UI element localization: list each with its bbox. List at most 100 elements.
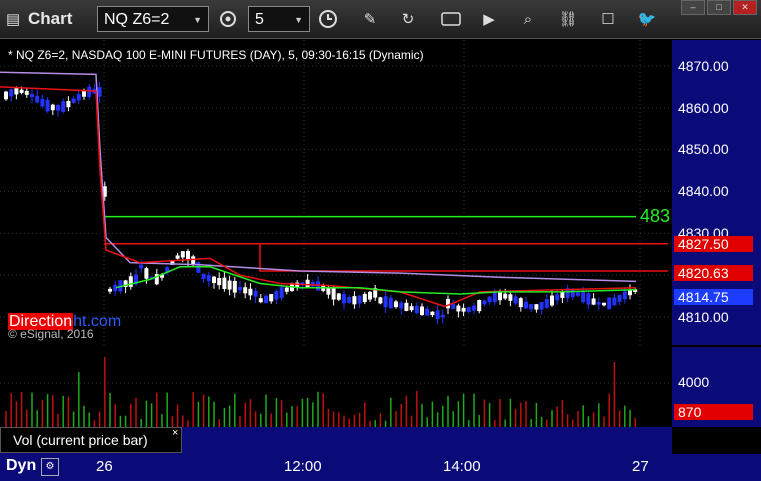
chat-icon[interactable]: ☐ bbox=[598, 9, 618, 29]
candle-body bbox=[264, 295, 268, 304]
volume-tag: 870 bbox=[674, 404, 753, 420]
refresh-icon[interactable]: ↻ bbox=[398, 9, 418, 29]
magnifier-icon[interactable]: ⌕ bbox=[518, 9, 538, 29]
candle-body bbox=[232, 281, 237, 293]
volume-chart[interactable] bbox=[0, 347, 672, 427]
candle-body bbox=[24, 90, 29, 95]
volume-tick: 4000 bbox=[678, 374, 710, 390]
time-tick: 14:00 bbox=[443, 458, 481, 475]
time-tick: 12:00 bbox=[284, 458, 322, 475]
candle-body bbox=[446, 298, 450, 309]
link-icon[interactable]: ⛓ bbox=[558, 9, 578, 29]
close-icon[interactable]: ✕ bbox=[733, 0, 757, 15]
quote-icon[interactable] bbox=[440, 9, 462, 29]
candle-body bbox=[40, 98, 45, 107]
settings-icon[interactable]: ⚙ bbox=[41, 458, 59, 476]
candle-body bbox=[76, 93, 81, 101]
candle-body bbox=[108, 288, 112, 292]
candle-body bbox=[238, 286, 242, 291]
candle-body bbox=[71, 98, 76, 104]
candle-body bbox=[128, 276, 133, 287]
candle-body bbox=[19, 89, 24, 93]
candle-body bbox=[326, 287, 331, 295]
minimize-icon[interactable]: – bbox=[681, 0, 705, 15]
candle-body bbox=[394, 301, 398, 308]
candle-body bbox=[144, 268, 149, 279]
price-chart[interactable] bbox=[0, 40, 672, 345]
candle-body bbox=[430, 311, 435, 316]
candle-body bbox=[378, 297, 383, 304]
price-tick: 4840.00 bbox=[678, 183, 729, 199]
study-bar: Vol (current price bar) × bbox=[0, 427, 672, 454]
candle-body bbox=[498, 291, 502, 301]
candle-body bbox=[576, 292, 580, 296]
symbol-value: NQ Z6=2 bbox=[104, 11, 170, 28]
candle-body bbox=[534, 304, 539, 310]
candle-body bbox=[414, 305, 419, 314]
candle-body bbox=[186, 250, 190, 261]
level-label: 483 bbox=[640, 206, 671, 226]
price-tag-red: 4820.63 bbox=[674, 265, 753, 281]
candle-body bbox=[440, 314, 445, 318]
candle-body bbox=[284, 287, 289, 292]
candle-body bbox=[466, 307, 471, 312]
candle-body bbox=[596, 302, 601, 305]
candle-body bbox=[191, 256, 196, 265]
price-tick: 4850.00 bbox=[678, 141, 729, 157]
dynamic-label[interactable]: Dyn bbox=[6, 457, 36, 475]
interval-settings-icon[interactable] bbox=[216, 9, 240, 29]
candle-body bbox=[342, 294, 346, 304]
candle-body bbox=[581, 290, 586, 303]
symbol-input[interactable]: NQ Z6=2 ▼ bbox=[97, 6, 209, 32]
toolbar: ▤ Chart NQ Z6=2 ▼ 5 ▼ ✎ ↻ ▶ ⌕ ⛓ ☐ 🐦 – □ … bbox=[0, 0, 761, 39]
candle-body bbox=[30, 94, 34, 98]
candle-body bbox=[586, 293, 591, 305]
candle-body bbox=[175, 255, 180, 259]
maximize-icon[interactable]: □ bbox=[707, 0, 731, 15]
price-chart-canvas bbox=[0, 40, 672, 345]
price-tick: 4810.00 bbox=[678, 309, 729, 325]
candle-body bbox=[305, 279, 310, 288]
candle-body bbox=[4, 91, 8, 100]
price-tick: 4860.00 bbox=[678, 100, 729, 116]
candle-body bbox=[524, 301, 528, 309]
candle-body bbox=[316, 281, 320, 291]
candle-body bbox=[617, 295, 622, 302]
candle-body bbox=[227, 280, 232, 290]
candle-body bbox=[544, 299, 549, 308]
candle-body bbox=[529, 304, 534, 310]
candle-body bbox=[612, 297, 617, 306]
time-axis[interactable]: Dyn ⚙ 26 12:00 14:00 27 bbox=[0, 454, 761, 481]
chart-info: * NQ Z6=2, NASDAQ 100 E-MINI FUTURES (DA… bbox=[8, 48, 424, 62]
candle-body bbox=[602, 302, 606, 306]
clock-icon[interactable] bbox=[316, 9, 340, 29]
interval-input[interactable]: 5 ▼ bbox=[248, 6, 310, 32]
candle-body bbox=[409, 306, 414, 311]
candle-body bbox=[243, 287, 248, 294]
price-tag-red: 4827.50 bbox=[674, 236, 753, 252]
candle-body bbox=[435, 310, 440, 320]
app-title: Chart bbox=[28, 9, 73, 28]
candle-body bbox=[550, 295, 554, 306]
candle-body bbox=[253, 290, 258, 297]
study-label[interactable]: Vol (current price bar) bbox=[0, 427, 182, 453]
time-tick: 27 bbox=[632, 458, 649, 475]
close-icon[interactable]: × bbox=[172, 427, 178, 439]
chevron-down-icon[interactable]: ▼ bbox=[193, 7, 202, 33]
candle-body bbox=[66, 100, 71, 108]
candle-body bbox=[258, 298, 263, 303]
candle-body bbox=[383, 296, 388, 308]
play-icon[interactable]: ▶ bbox=[479, 9, 499, 29]
candle-body bbox=[222, 277, 227, 290]
chevron-down-icon[interactable]: ▼ bbox=[294, 7, 303, 33]
candle-body bbox=[331, 288, 336, 300]
candle-body bbox=[513, 296, 518, 304]
twitter-icon[interactable]: 🐦 bbox=[637, 9, 657, 29]
candle-body bbox=[477, 299, 482, 312]
candle-body bbox=[482, 300, 487, 305]
candle-body bbox=[269, 294, 274, 302]
candle-body bbox=[82, 91, 86, 97]
candle-body bbox=[212, 276, 216, 284]
pencil-icon[interactable]: ✎ bbox=[360, 9, 380, 29]
candle-body bbox=[420, 306, 424, 316]
